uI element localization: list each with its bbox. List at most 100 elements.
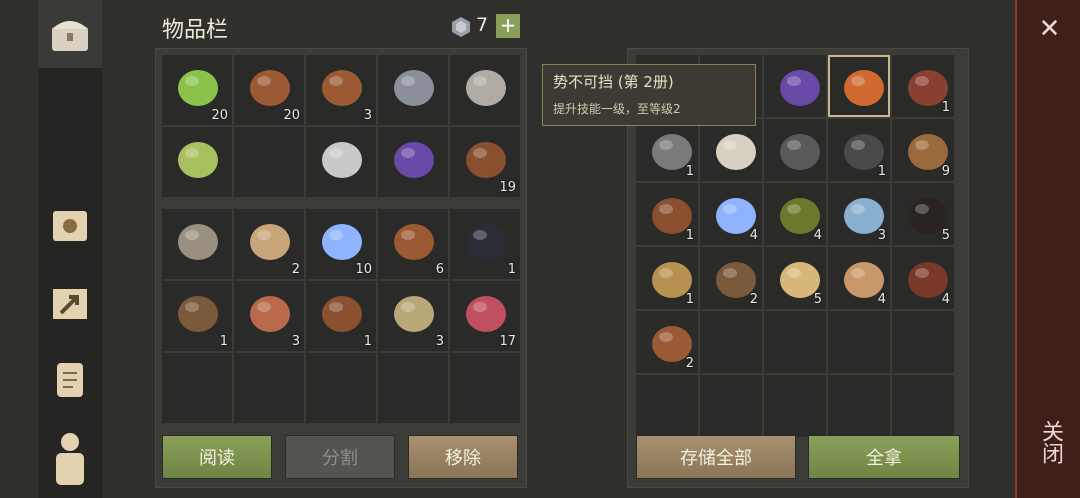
storage-slot[interactable] [764, 311, 826, 373]
inventory-slot[interactable]: 17 [450, 281, 520, 351]
left-tab-bar [38, 0, 102, 498]
item-count: 3 [435, 334, 444, 349]
close-icon[interactable]: ✕ [1017, 14, 1080, 44]
inventory-slot[interactable] [378, 127, 448, 197]
inventory-slot[interactable] [162, 353, 232, 423]
inventory-slot[interactable]: 1 [306, 281, 376, 351]
storage-slot[interactable] [700, 311, 762, 373]
close-panel[interactable]: ✕ 关闭 [1015, 0, 1080, 498]
storage-slot[interactable] [636, 375, 698, 437]
split-button[interactable]: 分割 [285, 435, 395, 479]
item-count: 20 [283, 108, 300, 123]
storage-slot[interactable]: 2 [636, 311, 698, 373]
tooltip-title: 势不可挡 (第 2册) [553, 73, 674, 91]
read-button[interactable]: 阅读 [162, 435, 272, 479]
tab-map[interactable] [38, 270, 102, 338]
storage-slot[interactable]: 1 [828, 119, 890, 181]
item-count: 1 [685, 292, 694, 307]
inventory-slot[interactable]: 1 [162, 281, 232, 351]
tab-inventory[interactable] [38, 0, 102, 68]
inventory-slot[interactable]: 3 [378, 281, 448, 351]
item-count: 2 [685, 356, 694, 371]
storage-slot[interactable]: 4 [700, 183, 762, 245]
barrel-icon [322, 70, 362, 106]
gem-count: 7 [476, 14, 489, 36]
inventory-slot[interactable]: 20 [234, 55, 304, 125]
pickaxe-icon [466, 70, 506, 106]
storage-slot[interactable]: 4 [892, 247, 954, 309]
page-title: 物品栏 [162, 18, 229, 43]
inventory-slot[interactable]: 3 [234, 281, 304, 351]
close-label: 关闭 [1038, 420, 1063, 464]
inventory-slot[interactable]: 1 [450, 209, 520, 279]
storage-slot[interactable] [700, 375, 762, 437]
item-count: 20 [211, 108, 228, 123]
inventory-slot[interactable]: 19 [450, 127, 520, 197]
tooltip-description: 提升技能一级，至等级2 [553, 102, 681, 116]
storage-slot[interactable]: 1 [892, 55, 954, 117]
inventory-slot[interactable] [306, 127, 376, 197]
viking-helmet-icon [394, 70, 434, 106]
tab-character[interactable] [38, 424, 102, 492]
orange-book-icon [844, 70, 884, 106]
red-scroll-icon [250, 224, 290, 260]
storage-slot[interactable]: 4 [764, 183, 826, 245]
item-count: 4 [877, 292, 886, 307]
storage-slot[interactable]: 5 [892, 183, 954, 245]
storage-slot[interactable] [764, 375, 826, 437]
store-all-button[interactable]: 存储全部 [636, 435, 796, 479]
storage-slot[interactable] [828, 55, 890, 117]
inventory-slot[interactable] [450, 55, 520, 125]
seaweed-icon [178, 70, 218, 106]
inventory-slot[interactable] [378, 353, 448, 423]
inventory-slot[interactable]: 20 [162, 55, 232, 125]
inventory-slot[interactable] [162, 127, 232, 197]
shield-icon [780, 134, 820, 170]
storage-slot[interactable]: 1 [636, 247, 698, 309]
storage-slot[interactable] [892, 375, 954, 437]
item-count: 1 [685, 164, 694, 179]
storage-slot[interactable]: 5 [764, 247, 826, 309]
inventory-slot[interactable] [450, 353, 520, 423]
purple-book-icon [780, 70, 820, 106]
storage-slot[interactable] [828, 311, 890, 373]
inventory-slot[interactable]: 2 [234, 209, 304, 279]
inventory-slot[interactable] [234, 353, 304, 423]
scroll-icon [57, 363, 83, 397]
add-gems-button[interactable]: + [496, 14, 520, 38]
inventory-slot[interactable] [234, 127, 304, 197]
take-all-button[interactable]: 全拿 [808, 435, 960, 479]
storage-slot[interactable] [700, 119, 762, 181]
inventory-slot[interactable] [378, 55, 448, 125]
storage-slot[interactable] [892, 311, 954, 373]
remove-button[interactable]: 移除 [408, 435, 518, 479]
storage-slot[interactable]: 3 [828, 183, 890, 245]
purple-book-icon [394, 142, 434, 178]
storage-slot[interactable] [764, 119, 826, 181]
storage-slot[interactable]: 1 [636, 183, 698, 245]
sun-book-icon [53, 211, 87, 241]
coal-icon [466, 224, 506, 260]
barrel-icon [394, 224, 434, 260]
powder-icon [394, 296, 434, 332]
inventory-slot[interactable] [306, 353, 376, 423]
storage-slot[interactable] [828, 375, 890, 437]
storage-slot[interactable]: 4 [828, 247, 890, 309]
storage-slot[interactable]: 1 [636, 119, 698, 181]
tab-skills[interactable] [38, 192, 102, 260]
inventory-slot[interactable]: 3 [306, 55, 376, 125]
storage-slot[interactable] [764, 55, 826, 117]
storage-slot[interactable]: 2 [700, 247, 762, 309]
inventory-slot[interactable]: 10 [306, 209, 376, 279]
crystal-icon [322, 224, 362, 260]
tab-quests[interactable] [38, 346, 102, 414]
inventory-slot[interactable]: 6 [378, 209, 448, 279]
barrel-icon [250, 70, 290, 106]
item-count: 9 [941, 164, 950, 179]
storage-slot[interactable]: 9 [892, 119, 954, 181]
item-tooltip: 势不可挡 (第 2册) 提升技能一级，至等级2 [542, 64, 756, 126]
item-count: 3 [363, 108, 372, 123]
leather-icon [466, 142, 506, 178]
chest-icon [52, 21, 88, 51]
inventory-slot[interactable] [162, 209, 232, 279]
